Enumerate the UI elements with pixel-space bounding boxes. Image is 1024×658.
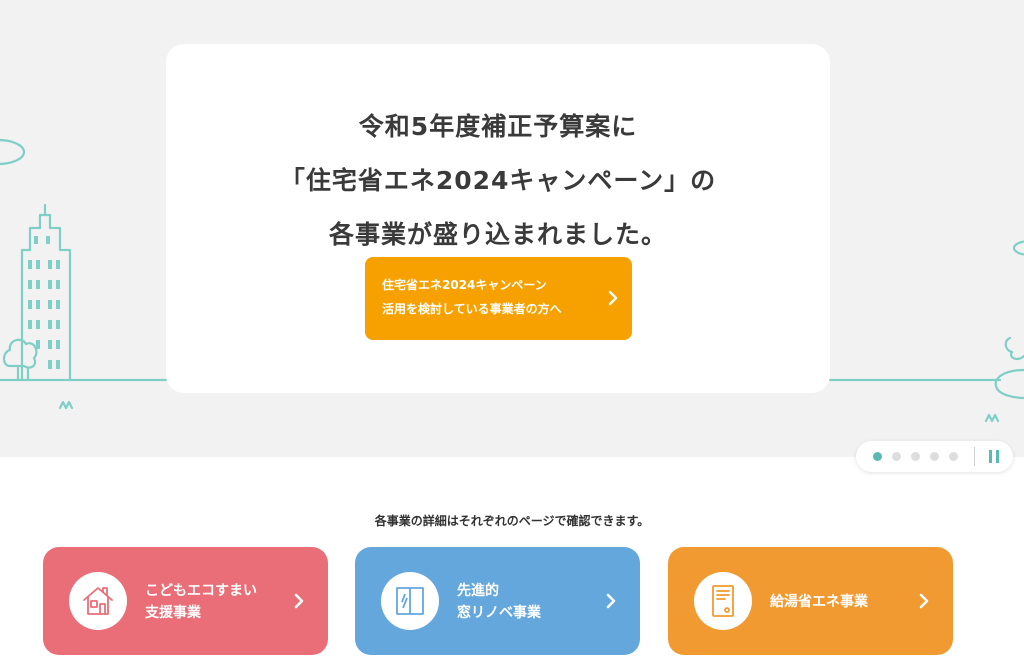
chevron-right-icon: [608, 290, 618, 306]
program-card-kodomo-eco[interactable]: こどもエコすまい 支援事業: [43, 547, 328, 655]
program-card-window-renovation[interactable]: 先進的 窓リノベ事業: [355, 547, 640, 655]
program-label-line-1: 先進的: [457, 583, 499, 599]
program-label-line-2: 窓リノベ事業: [457, 605, 541, 621]
carousel-controls: [856, 441, 1013, 472]
pager-divider: [974, 447, 975, 466]
icon-circle: [69, 572, 127, 630]
carousel-dot-5[interactable]: [949, 452, 958, 461]
program-label: 先進的 窓リノベ事業: [457, 580, 541, 624]
house-icon: [83, 587, 113, 615]
carousel-dot-3[interactable]: [911, 452, 920, 461]
chevron-right-icon: [606, 593, 616, 609]
program-label-line-1: こどもエコすまい: [145, 583, 257, 599]
programs-intro-text: 各事業の詳細はそれぞれのページで確認できます。: [374, 514, 650, 528]
announcement-card: 令和5年度補正予算案に 「住宅省エネ2024キャンペーン」の 各事業が盛り込まれ…: [166, 44, 830, 393]
pause-button[interactable]: [984, 447, 1004, 466]
heading-line-1: 令和5年度補正予算案に: [358, 112, 638, 141]
cta-line-1: 住宅省エネ2024キャンペーン: [382, 278, 547, 292]
icon-circle: [694, 572, 752, 630]
program-label: 給湯省エネ事業: [770, 591, 868, 613]
carousel-dot-2[interactable]: [892, 452, 901, 461]
heading-line-2: 「住宅省エネ2024キャンペーン」の: [279, 166, 717, 195]
pause-icon: [989, 450, 992, 463]
heading-line-3: 各事業が盛り込まれました。: [328, 220, 667, 249]
chevron-right-icon: [919, 593, 929, 609]
icon-circle: [381, 572, 439, 630]
for-businesses-button[interactable]: 住宅省エネ2024キャンペーン 活用を検討している事業者の方へ: [365, 257, 632, 340]
program-card-water-heater[interactable]: 給湯省エネ事業: [668, 547, 953, 655]
carousel-dot-1[interactable]: [873, 452, 882, 461]
program-label-line-1: 給湯省エネ事業: [770, 594, 868, 610]
window-icon: [396, 587, 424, 615]
carousel-dot-4[interactable]: [930, 452, 939, 461]
chevron-right-icon: [294, 593, 304, 609]
hero-banner: 令和5年度補正予算案に 「住宅省エネ2024キャンペーン」の 各事業が盛り込まれ…: [0, 0, 1024, 457]
program-label: こどもエコすまい 支援事業: [145, 580, 257, 624]
program-label-line-2: 支援事業: [145, 605, 201, 621]
cta-line-2: 活用を検討している事業者の方へ: [382, 302, 562, 316]
water-heater-icon: [712, 585, 734, 617]
